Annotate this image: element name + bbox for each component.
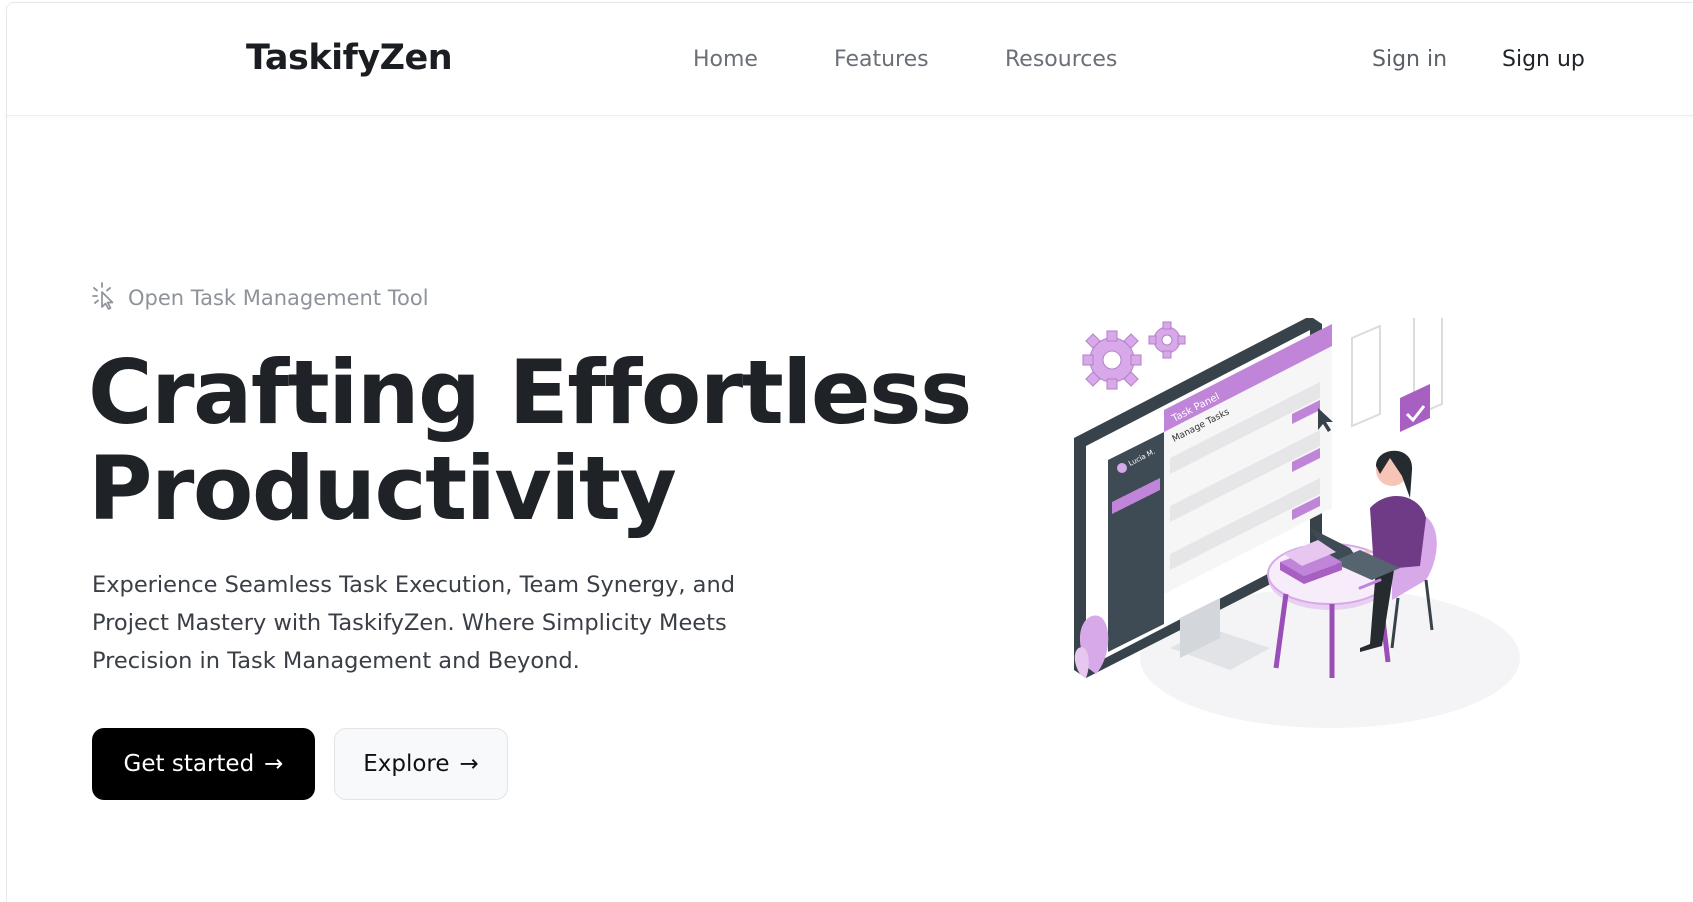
arrow-right-icon: →: [459, 751, 479, 777]
top-navbar: TaskifyZen Home Features Resources Sign …: [6, 2, 1693, 116]
headline-line-1: Crafting Effortless: [88, 341, 972, 444]
sign-in-link[interactable]: Sign in: [1372, 47, 1447, 72]
check-badge-icon: [1400, 384, 1430, 432]
hero-tag: Open Task Management Tool: [92, 282, 429, 314]
gear-icon: [1082, 330, 1142, 390]
nav-features-link[interactable]: Features: [834, 47, 929, 72]
headline-line-2: Productivity: [88, 437, 677, 540]
gear-icon: [1148, 321, 1186, 359]
app-sidebar: Lucia M.: [1108, 432, 1164, 652]
hero-illustration: Lucia M. Task Panel Manage Tasks: [1074, 318, 1520, 728]
hero-headline: Crafting Effortless Productivity: [88, 345, 972, 540]
arrow-right-icon: →: [264, 751, 284, 777]
explore-button[interactable]: Explore →: [334, 728, 508, 800]
click-cursor-icon: [92, 282, 118, 314]
explore-label: Explore: [363, 751, 450, 777]
nav-resources-link[interactable]: Resources: [1005, 47, 1117, 72]
nav-home-link[interactable]: Home: [693, 47, 758, 72]
get-started-label: Get started: [123, 751, 255, 777]
sign-up-link[interactable]: Sign up: [1502, 47, 1585, 72]
hero-subtitle: Experience Seamless Task Execution, Team…: [92, 572, 735, 674]
hero-tag-label: Open Task Management Tool: [128, 286, 429, 310]
brand-logo[interactable]: TaskifyZen: [246, 38, 453, 78]
get-started-button[interactable]: Get started →: [92, 728, 315, 800]
